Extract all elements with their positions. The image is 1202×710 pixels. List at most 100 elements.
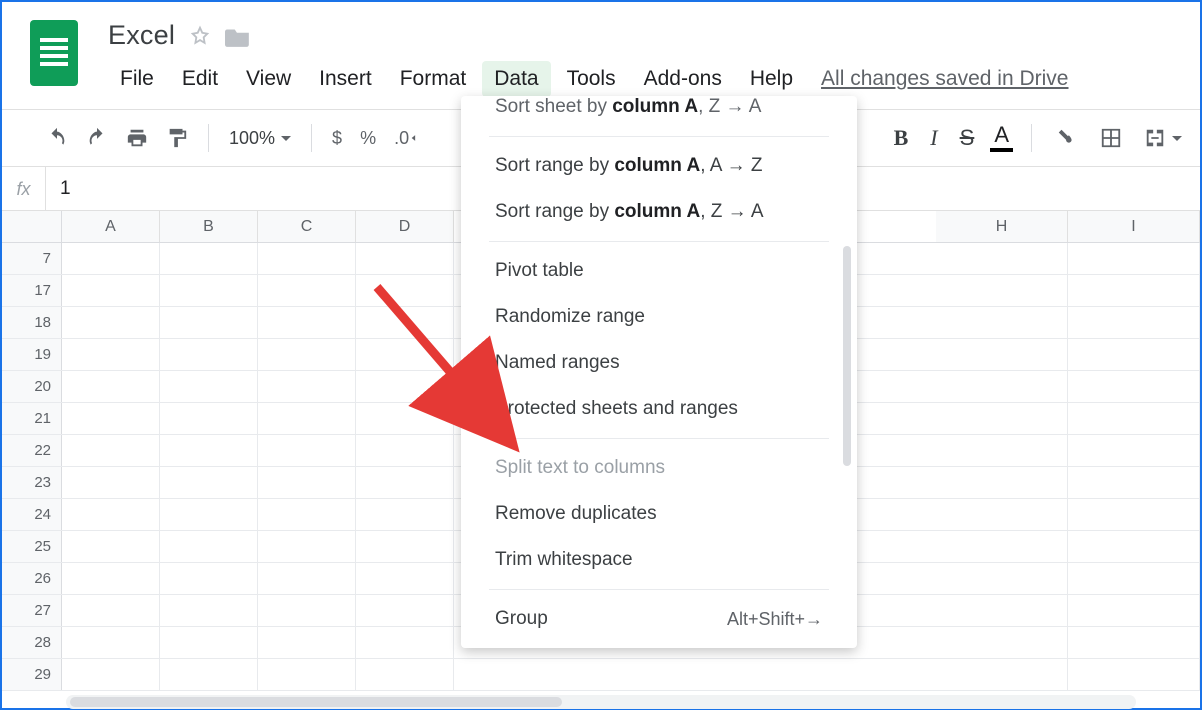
cell[interactable] [258,627,356,658]
merge-cells-icon[interactable] [1138,123,1188,153]
cell[interactable] [356,595,454,626]
cell[interactable] [160,435,258,466]
saved-in-drive-text[interactable]: All changes saved in Drive [821,61,1068,97]
row-header[interactable]: 26 [2,563,62,594]
menu-item-pivot-table[interactable]: Pivot table [461,248,857,294]
cell[interactable] [258,275,356,306]
cell[interactable] [258,403,356,434]
cell[interactable] [62,403,160,434]
cell[interactable] [62,531,160,562]
cell[interactable] [936,659,1068,690]
menu-item-sort-range-za[interactable]: Sort range by column A, Z → A [461,189,857,235]
cell[interactable] [1068,275,1200,306]
cell[interactable] [62,435,160,466]
row-header[interactable]: 20 [2,371,62,402]
cell[interactable] [160,627,258,658]
cell[interactable] [356,435,454,466]
cell[interactable] [454,659,936,690]
column-header[interactable]: D [356,211,454,242]
cell[interactable] [936,563,1068,594]
cell[interactable] [160,371,258,402]
cell[interactable] [356,627,454,658]
menu-item-remove-duplicates[interactable]: Remove duplicates [461,491,857,537]
row-header[interactable]: 21 [2,403,62,434]
row-header[interactable]: 23 [2,467,62,498]
text-color-button[interactable]: A [990,124,1013,152]
cell[interactable] [62,307,160,338]
cell[interactable] [356,339,454,370]
menu-item-sort-sheet-za[interactable]: Sort sheet by column A, Z → A [461,96,857,130]
menu-view[interactable]: View [234,61,303,97]
cell[interactable] [160,531,258,562]
cell[interactable] [62,659,160,690]
cell[interactable] [936,307,1068,338]
print-icon[interactable] [120,123,154,153]
cell[interactable] [1068,531,1200,562]
cell[interactable] [1068,371,1200,402]
percent-button[interactable]: % [354,124,382,153]
cell[interactable] [1068,563,1200,594]
strikethrough-button[interactable]: S [954,121,981,155]
cell[interactable] [160,339,258,370]
cell[interactable] [62,243,160,274]
row-header[interactable]: 18 [2,307,62,338]
cell[interactable] [160,499,258,530]
cell[interactable] [258,467,356,498]
cell[interactable] [936,627,1068,658]
cell[interactable] [356,563,454,594]
column-header[interactable]: B [160,211,258,242]
cell[interactable] [356,371,454,402]
cell[interactable] [356,467,454,498]
undo-icon[interactable] [40,123,74,153]
bold-button[interactable]: B [888,121,915,155]
italic-button[interactable]: I [924,121,943,155]
cell[interactable] [1068,467,1200,498]
cell[interactable] [258,339,356,370]
cell[interactable] [160,243,258,274]
menu-insert[interactable]: Insert [307,61,384,97]
folder-icon[interactable] [225,25,251,47]
cell[interactable] [258,563,356,594]
cell[interactable] [936,499,1068,530]
document-title[interactable]: Excel [108,20,175,51]
cell[interactable] [160,595,258,626]
select-all-corner[interactable] [2,211,62,242]
menu-item-group[interactable]: Group Alt+Shift+→ [461,596,857,642]
cell[interactable] [62,339,160,370]
cell[interactable] [1068,307,1200,338]
currency-button[interactable]: $ [326,124,348,153]
cell[interactable] [258,659,356,690]
menu-item-sort-range-az[interactable]: Sort range by column A, A → Z [461,143,857,189]
cell[interactable] [62,563,160,594]
cell[interactable] [160,467,258,498]
cell[interactable] [1068,659,1200,690]
menu-scrollbar[interactable] [843,246,851,466]
cell[interactable] [258,531,356,562]
borders-icon[interactable] [1094,123,1128,153]
zoom-select[interactable]: 100% [223,124,297,153]
menu-item-protected-sheets[interactable]: Protected sheets and ranges [461,386,857,432]
cell[interactable] [62,627,160,658]
cell[interactable] [1068,499,1200,530]
row-header[interactable]: 24 [2,499,62,530]
horizontal-scrollbar[interactable] [66,695,1136,709]
cell[interactable] [1068,435,1200,466]
menu-data[interactable]: Data [482,61,550,97]
cell[interactable] [936,403,1068,434]
row-header[interactable]: 19 [2,339,62,370]
column-header[interactable]: C [258,211,356,242]
cell[interactable] [356,659,454,690]
row-header[interactable]: 22 [2,435,62,466]
row-header[interactable]: 17 [2,275,62,306]
cell[interactable] [936,371,1068,402]
cell[interactable] [258,499,356,530]
cell[interactable] [936,339,1068,370]
cell[interactable] [258,243,356,274]
column-header[interactable]: H [936,211,1068,242]
cell[interactable] [1068,339,1200,370]
decrease-decimal-button[interactable]: .0 [388,124,427,153]
menu-help[interactable]: Help [738,61,805,97]
formula-input[interactable]: 1 [46,178,71,200]
cell[interactable] [936,595,1068,626]
menu-file[interactable]: File [108,61,166,97]
